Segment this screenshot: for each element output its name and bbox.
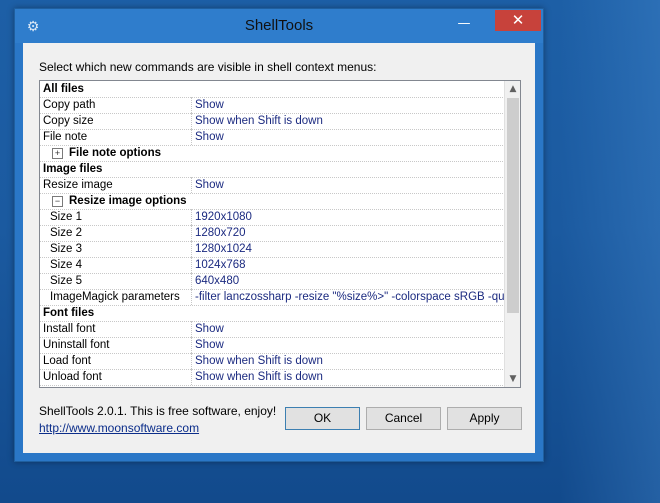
property-row[interactable]: Load font Show when Shift is down bbox=[40, 353, 503, 370]
property-name: Size 1 bbox=[50, 211, 82, 223]
property-row[interactable]: File note Show bbox=[40, 129, 503, 146]
dialog-body: Select which new commands are visible in… bbox=[23, 43, 535, 453]
property-value[interactable]: -filter lanczossharp -resize "%size%>" -… bbox=[191, 289, 507, 305]
property-name: Copy path bbox=[43, 99, 96, 111]
property-row[interactable]: Size 3 1280x1024 bbox=[40, 241, 503, 258]
title-bar[interactable]: ⚙ ShellTools — ✕ bbox=[15, 9, 543, 43]
property-value[interactable]: 1920x1080 bbox=[191, 209, 507, 225]
cancel-button[interactable]: Cancel bbox=[366, 407, 441, 430]
property-value[interactable]: Show bbox=[191, 129, 507, 145]
property-value[interactable]: 1280x1024 bbox=[191, 241, 507, 257]
property-value[interactable]: Show bbox=[191, 337, 507, 353]
category-label: Image files bbox=[43, 163, 103, 175]
property-row[interactable]: Install font Show bbox=[40, 321, 503, 338]
property-value[interactable]: Show when Shift is down bbox=[191, 369, 507, 385]
group-label: Resize image options bbox=[69, 195, 187, 207]
scroll-thumb[interactable] bbox=[507, 98, 519, 313]
category-label: All files bbox=[43, 83, 84, 95]
property-name: Copy size bbox=[43, 115, 94, 127]
apply-button[interactable]: Apply bbox=[447, 407, 522, 430]
property-name: Size 5 bbox=[50, 275, 82, 287]
property-value[interactable]: Show when Shift is down bbox=[191, 353, 507, 369]
website-link[interactable]: http://www.moonsoftware.com bbox=[39, 421, 199, 435]
property-row[interactable]: Copy size Show when Shift is down bbox=[40, 113, 503, 130]
expand-icon[interactable]: + bbox=[52, 148, 63, 159]
version-text: ShellTools 2.0.1. This is free software,… bbox=[39, 404, 277, 418]
close-button[interactable]: ✕ bbox=[495, 10, 541, 31]
property-row[interactable]: Size 2 1280x720 bbox=[40, 225, 503, 242]
property-value[interactable]: 1280x720 bbox=[191, 225, 507, 241]
property-row[interactable]: Size 4 1024x768 bbox=[40, 257, 503, 274]
property-name: ImageMagick parameters bbox=[50, 291, 180, 303]
property-value[interactable]: 1024x768 bbox=[191, 257, 507, 273]
vertical-scrollbar[interactable]: ▲ ▼ bbox=[504, 81, 520, 387]
scroll-down-arrow-icon[interactable]: ▼ bbox=[505, 371, 520, 387]
property-grid: All files Copy path Show Copy size Show when… bbox=[39, 80, 521, 388]
group-row[interactable]: − Resize image options bbox=[40, 193, 503, 210]
instruction-text: Select which new commands are visible in… bbox=[39, 60, 377, 74]
property-value[interactable]: Show bbox=[191, 321, 507, 337]
property-name: Unload font bbox=[43, 371, 102, 383]
property-value[interactable]: Show when Shift is down bbox=[191, 113, 507, 129]
shelltools-window: ⚙ ShellTools — ✕ Select which new comman… bbox=[14, 8, 544, 462]
collapse-icon[interactable]: − bbox=[52, 196, 63, 207]
property-row[interactable]: Size 1 1920x1080 bbox=[40, 209, 503, 226]
property-name: Resize image bbox=[43, 179, 113, 191]
property-name: Uninstall font bbox=[43, 339, 110, 351]
property-row[interactable]: Resize image Show bbox=[40, 177, 503, 194]
property-value[interactable]: Show bbox=[191, 97, 507, 113]
property-grid-rows: All files Copy path Show Copy size Show when… bbox=[40, 81, 507, 387]
category-header[interactable]: All files bbox=[40, 81, 503, 98]
category-label: Font files bbox=[43, 307, 95, 319]
property-name: Load font bbox=[43, 355, 91, 367]
ok-button[interactable]: OK bbox=[285, 407, 360, 430]
property-row[interactable]: Size 5 640x480 bbox=[40, 273, 503, 290]
property-name: Size 2 bbox=[50, 227, 82, 239]
property-name: + File note options bbox=[52, 145, 452, 161]
property-name: File note bbox=[43, 131, 88, 143]
category-header[interactable]: Font files bbox=[40, 305, 503, 322]
property-value[interactable]: Show bbox=[191, 177, 507, 193]
minimize-button[interactable]: — bbox=[451, 14, 477, 34]
property-row[interactable]: ImageMagick parameters -filter lanczossha… bbox=[40, 289, 507, 306]
category-header[interactable]: Image files bbox=[40, 161, 503, 178]
property-value[interactable]: 640x480 bbox=[191, 273, 507, 289]
property-name: Size 3 bbox=[50, 243, 82, 255]
group-label: File note options bbox=[69, 147, 161, 159]
property-name: Install font bbox=[43, 323, 96, 335]
desktop-background bbox=[560, 0, 660, 503]
property-row[interactable]: Copy path Show bbox=[40, 97, 503, 114]
property-name: − Resize image options bbox=[52, 193, 452, 209]
group-row[interactable]: + File note options bbox=[40, 145, 503, 162]
property-name: Size 4 bbox=[50, 259, 82, 271]
property-row[interactable]: Unload font Show when Shift is down bbox=[40, 369, 503, 386]
property-row[interactable]: Uninstall font Show bbox=[40, 337, 503, 354]
scroll-up-arrow-icon[interactable]: ▲ bbox=[505, 81, 520, 97]
